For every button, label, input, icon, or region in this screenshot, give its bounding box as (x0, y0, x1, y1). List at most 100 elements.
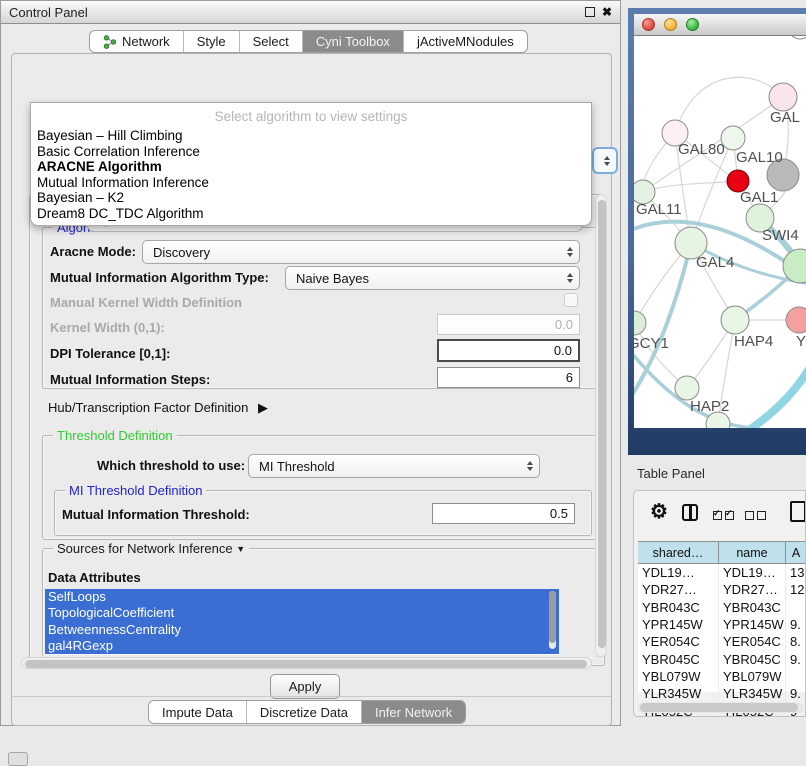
tab-style[interactable]: Style (183, 31, 239, 52)
node-label: GAL11 (636, 201, 682, 218)
document-icon[interactable] (790, 501, 806, 522)
table-cell: YDR27… (638, 581, 719, 598)
table-row[interactable]: YLR345WYLR345W9. (638, 685, 806, 702)
network-node-hap2[interactable] (675, 376, 699, 400)
table-cell (786, 668, 806, 685)
table-row[interactable]: YBR043CYBR043C (638, 599, 806, 616)
network-edge[interactable] (752, 364, 806, 428)
tab-label: Impute Data (162, 705, 233, 720)
aracne-mode-combobox[interactable]: Discovery (142, 240, 580, 264)
column-header[interactable]: A (786, 542, 806, 563)
zoom-traffic-light-icon[interactable] (686, 18, 699, 31)
table-cell: YBR043C (638, 599, 719, 616)
dropdown-item[interactable]: Dream8 DC_TDC Algorithm (31, 206, 591, 222)
mi-steps-input[interactable] (437, 367, 580, 388)
manual-kernel-label: Manual Kernel Width Definition (50, 295, 242, 310)
gear-icon[interactable]: ⚙ (650, 499, 668, 524)
tab-discretize-data[interactable]: Discretize Data (246, 701, 361, 723)
tab-label: jActiveMNodules (417, 34, 514, 49)
mi-threshold-definition-title: MI Threshold Definition (65, 483, 206, 498)
data-attributes-label: Data Attributes (48, 570, 141, 585)
table-cell: YBR043C (719, 599, 786, 616)
network-node-y[interactable] (786, 307, 806, 333)
table-row[interactable]: YER054CYER054C8. (638, 633, 806, 650)
node-table[interactable]: shared…nameA YDL19…YDL19…13YDR27…YDR27…1… (638, 541, 806, 692)
table-row[interactable]: YBL079WYBL079W (638, 668, 806, 685)
deselect-all-icon[interactable] (745, 508, 769, 523)
table-cell: 9. (786, 616, 806, 633)
manual-kernel-checkbox[interactable] (564, 293, 578, 307)
attribute-item[interactable]: BetweennessCentrality (45, 622, 559, 638)
data-attributes-list[interactable]: SelfLoopsTopologicalCoefficientBetweenne… (45, 589, 559, 655)
algorithm-dropdown-list: Select algorithm to view settings Bayesi… (30, 102, 592, 226)
network-canvas[interactable]: GALGAL80GAL10GAL1GAL11SWI4GAL4GCY1HAP4YH… (634, 36, 806, 428)
network-node-gcy1[interactable] (634, 311, 646, 335)
network-edge[interactable] (675, 77, 783, 133)
algorithm-combobox-edge[interactable] (592, 147, 618, 174)
table-cell: YER054C (719, 633, 786, 650)
which-threshold-combobox[interactable]: MI Threshold (248, 454, 540, 478)
table-horizontal-scrollbar[interactable] (638, 702, 804, 713)
dropdown-item[interactable]: ARACNE Algorithm (31, 159, 591, 175)
column-header[interactable]: shared… (638, 542, 719, 563)
kernel-width-input[interactable] (437, 314, 580, 335)
table-cell: 8. (786, 633, 806, 650)
tab-cyni-toolbox[interactable]: Cyni Toolbox (302, 31, 403, 52)
hub-definition-toggle[interactable]: Hub/Transcription Factor Definition ▶ (48, 400, 268, 416)
kernel-width-label: Kernel Width (0,1): (50, 320, 165, 335)
table-row[interactable]: YDR27…YDR27…12 (638, 581, 806, 598)
dropdown-item[interactable]: Bayesian – K2 (31, 190, 591, 206)
network-node[interactable] (789, 36, 806, 39)
window-title: Control Panel (9, 5, 88, 20)
attribute-item[interactable]: gal4RGexp (45, 638, 559, 654)
list-scrollbar[interactable] (549, 591, 556, 649)
sources-title[interactable]: Sources for Network Inference ▼ (53, 541, 249, 556)
table-row[interactable]: YBR045CYBR045C9. (638, 650, 806, 667)
dpi-tolerance-input[interactable] (437, 339, 580, 362)
node-label: GAL80 (678, 141, 725, 158)
table-toolbar: ⚙ (634, 491, 805, 539)
tab-label: Infer Network (375, 705, 452, 720)
table-cell: 13 (786, 564, 806, 581)
table-cell: 12 (786, 581, 806, 598)
dropdown-item[interactable]: Bayesian – Hill Climbing (31, 128, 591, 144)
apply-label: Apply (289, 679, 322, 694)
float-window-icon[interactable] (585, 7, 595, 17)
tab-infer-network[interactable]: Infer Network (361, 701, 465, 723)
mi-type-combobox[interactable]: Naive Bayes (285, 266, 580, 290)
tab-jactivemnodules[interactable]: jActiveMNodules (403, 31, 527, 52)
settings-vertical-scrollbar[interactable] (595, 194, 607, 657)
dropdown-item[interactable]: Basic Correlation Inference (31, 144, 591, 160)
table-panel-title: Table Panel (637, 466, 705, 481)
stepper-icon (604, 156, 610, 166)
aracne-mode-label: Aracne Mode: (50, 244, 136, 259)
tab-impute-data[interactable]: Impute Data (149, 701, 246, 723)
node-label: GCY1 (634, 335, 669, 352)
attribute-item[interactable]: SelfLoops (45, 589, 559, 605)
table-cell (786, 599, 806, 616)
mi-threshold-input[interactable] (432, 503, 575, 524)
control-panel-tabs: NetworkStyleSelectCyni Toolbox jActiveMNo… (89, 30, 528, 53)
node-label: HAP2 (690, 398, 729, 415)
close-traffic-light-icon[interactable] (642, 18, 655, 31)
node-label: GAL (770, 109, 800, 126)
minimize-traffic-light-icon[interactable] (664, 18, 677, 31)
tab-select[interactable]: Select (239, 31, 302, 52)
table-row[interactable]: YDL19…YDL19…13 (638, 564, 806, 581)
settings-horizontal-scrollbar[interactable] (21, 657, 592, 669)
stepper-icon (567, 273, 573, 283)
attribute-item[interactable]: TopologicalCoefficient (45, 605, 559, 621)
network-node-gal[interactable] (769, 83, 797, 111)
select-all-icon[interactable] (713, 508, 737, 523)
column-header[interactable]: name (719, 542, 786, 563)
collapsed-panel-icon[interactable] (8, 752, 28, 766)
mi-threshold-label: Mutual Information Threshold: (62, 507, 250, 522)
dropdown-item[interactable]: Mutual Information Inference (31, 175, 591, 191)
table-row[interactable]: YPR145WYPR145W9. (638, 616, 806, 633)
table-cell: YDL19… (719, 564, 786, 581)
close-icon[interactable]: ✖ (602, 6, 612, 18)
tab-network[interactable]: Network (90, 31, 183, 52)
network-node-hap4[interactable] (721, 306, 749, 334)
column-layout-icon[interactable] (682, 504, 698, 521)
network-icon (103, 35, 117, 49)
